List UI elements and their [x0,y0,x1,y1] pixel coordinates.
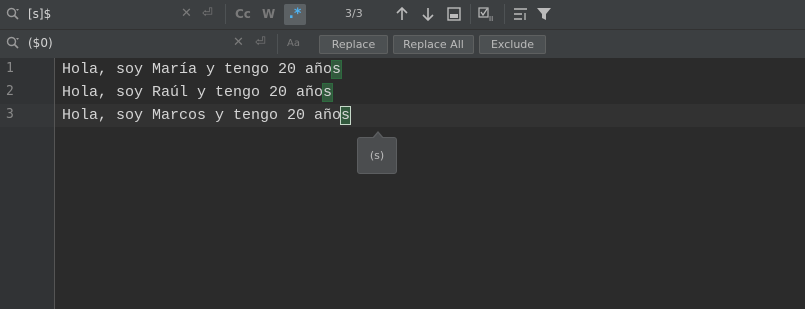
search-input[interactable]: [s]$ [28,7,51,21]
line-text: Hola, soy María y tengo 20 año [62,61,333,78]
newline-icon[interactable]: ⏎ [202,6,213,21]
select-all-occurrences-icon[interactable] [445,5,463,23]
code-line[interactable]: Hola, soy María y tengo 20 años [62,58,343,81]
find-replace-bar: [s]$ ✕ ⏎ Cc W .* 3/3 II ($0) ✕ ⏎ Aa Repl… [0,0,805,58]
exclude-button[interactable]: Exclude [479,35,546,54]
replace-all-button[interactable]: Replace All [393,35,474,54]
line-text: Hola, soy Marcos y tengo 20 año [62,107,342,124]
replace-button[interactable]: Replace [319,35,388,54]
svg-text:II: II [489,15,493,23]
in-selection-icon[interactable]: II [477,5,497,23]
replace-field[interactable]: ($0) ✕ ⏎ [0,30,266,58]
current-search-match: s [340,106,352,125]
line-gutter: 1 2 3 [0,58,55,309]
editor[interactable]: 1 2 3 Hola, soy María y tengo 20 años Ho… [0,58,805,309]
replace-history-icon[interactable] [6,36,20,50]
replace-row: ($0) ✕ ⏎ Aa Replace Replace All Exclude [0,29,805,58]
search-field[interactable]: [s]$ ✕ ⏎ [0,0,222,28]
regex-toggle[interactable]: .* [284,4,306,25]
search-match: s [322,83,334,102]
clear-replace-icon[interactable]: ✕ [233,35,244,50]
divider [504,4,505,24]
newline-icon[interactable]: ⏎ [255,35,266,50]
search-history-icon[interactable] [6,7,20,21]
arrow-down-icon[interactable] [419,5,437,23]
divider [225,4,226,24]
arrow-up-icon[interactable] [393,5,411,23]
divider [277,34,278,54]
divider [470,4,471,24]
match-counter: 3/3 [345,7,363,20]
line-number: 3 [6,107,14,122]
preserve-case-toggle[interactable]: Aa [287,35,300,53]
match-case-toggle[interactable]: Cc [235,5,251,23]
code-line[interactable]: Hola, soy Marcos y tengo 20 años [62,104,352,127]
code-line[interactable]: Hola, soy Raúl y tengo 20 años [62,81,334,104]
filter-lines-icon[interactable] [512,5,530,23]
line-text: Hola, soy Raúl y tengo 20 año [62,84,324,101]
line-number: 2 [6,84,14,99]
search-match: s [331,60,343,79]
filter-icon[interactable] [535,5,553,23]
replacement-preview-tooltip: (s) [357,131,397,174]
replace-input[interactable]: ($0) [28,36,53,50]
line-number: 1 [6,61,14,76]
words-toggle[interactable]: W [262,5,275,23]
clear-search-icon[interactable]: ✕ [181,6,192,21]
search-row: [s]$ ✕ ⏎ Cc W .* 3/3 II [0,0,805,29]
